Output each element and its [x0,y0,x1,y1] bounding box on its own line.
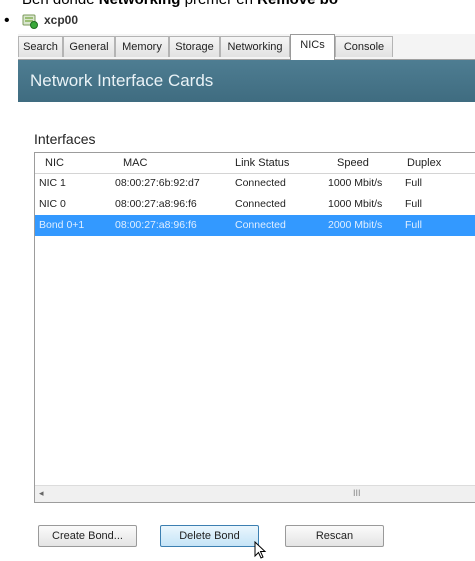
xencenter-window: xcp00 Search General Memory Storage Netw… [18,10,475,559]
column-header-link-status[interactable]: Link Status [235,157,289,169]
create-bond-button[interactable]: Create Bond... [38,525,137,547]
cell-duplex: Full [405,177,422,189]
window-titlebar: xcp00 [18,10,475,32]
cell-link-status: Connected [235,219,286,231]
bullet-point: • [4,12,10,29]
interfaces-heading: Interfaces [34,131,96,147]
scroll-left-arrow-icon[interactable]: ◂ [39,488,44,499]
cell-speed: 1000 Mbit/s [328,177,383,189]
host-name: xcp00 [44,13,79,27]
delete-bond-button[interactable]: Delete Bond [160,525,259,547]
tab-console[interactable]: Console [335,36,393,57]
cell-speed: 2000 Mbit/s [328,219,383,231]
table-row-selected[interactable]: Bond 0+1 08:00:27:a8:96:f6 Connected 200… [35,215,475,236]
cell-duplex: Full [405,198,422,210]
column-header-speed[interactable]: Speed [337,157,369,169]
rescan-button[interactable]: Rescan [285,525,384,547]
cell-speed: 1000 Mbit/s [328,198,383,210]
table-row[interactable]: NIC 1 08:00:27:6b:92:d7 Connected 1000 M… [35,173,475,194]
page-title-banner: Network Interface Cards [18,60,475,102]
column-header-duplex[interactable]: Duplex [407,157,441,169]
tab-memory[interactable]: Memory [115,36,169,57]
mouse-cursor-icon [254,541,267,559]
table-row[interactable]: NIC 0 08:00:27:a8:96:f6 Connected 1000 M… [35,194,475,215]
horizontal-scrollbar[interactable]: ◂ III [35,485,475,502]
cell-nic: NIC 0 [39,198,66,210]
tab-storage[interactable]: Storage [169,36,220,57]
cell-nic: NIC 1 [39,177,66,189]
tab-nics[interactable]: NICs [290,34,335,60]
caption-text: Ben donde Networking premer en Remove bo [22,0,338,8]
column-header-mac[interactable]: MAC [123,157,147,169]
cell-mac: 08:00:27:a8:96:f6 [115,219,197,231]
nics-panel: Interfaces NIC MAC Link Status Speed Dup… [18,103,475,559]
scroll-grip[interactable]: III [353,488,361,498]
tab-bar: Search General Memory Storage Networking… [18,34,475,60]
cell-link-status: Connected [235,198,286,210]
column-header-nic[interactable]: NIC [45,157,64,169]
list-header: NIC MAC Link Status Speed Duplex [35,153,475,174]
tab-general[interactable]: General [63,36,115,57]
cell-link-status: Connected [235,177,286,189]
host-server-icon [22,14,38,29]
interfaces-list[interactable]: NIC MAC Link Status Speed Duplex NIC 1 0… [34,152,475,503]
cell-mac: 08:00:27:a8:96:f6 [115,198,197,210]
cell-duplex: Full [405,219,422,231]
cell-mac: 08:00:27:6b:92:d7 [115,177,200,189]
cell-nic: Bond 0+1 [39,219,85,231]
tab-search[interactable]: Search [18,36,63,57]
tab-networking[interactable]: Networking [220,36,290,57]
